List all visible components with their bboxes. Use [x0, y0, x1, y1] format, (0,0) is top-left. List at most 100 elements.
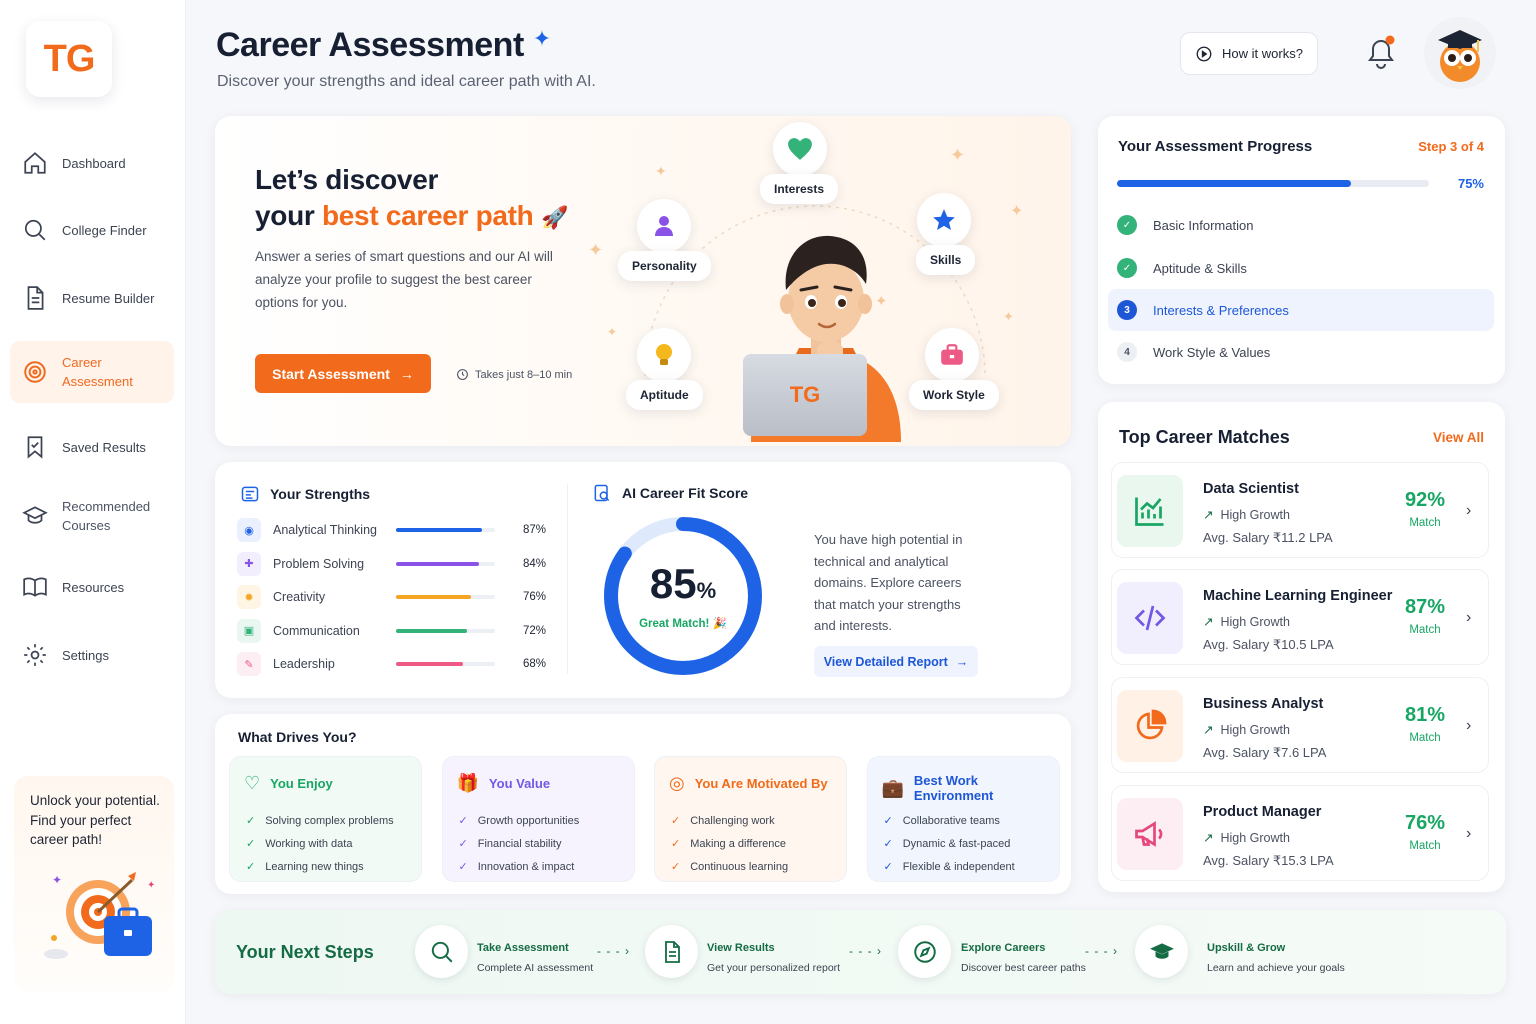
progress-title: Your Assessment Progress — [1118, 138, 1313, 155]
chat-icon: ▣ — [237, 618, 261, 643]
star-icon — [933, 209, 955, 230]
drive-item-text: Learning new things — [265, 860, 364, 873]
progress-step-aptitude-skills[interactable]: ✓ Aptitude & Skills — [1108, 247, 1494, 289]
progress-step-label: Work Style & Values — [1153, 344, 1271, 360]
progress-step-basic-information[interactable]: ✓ Basic Information — [1108, 204, 1494, 246]
divider — [567, 484, 568, 674]
career-match-ml-engineer[interactable]: Machine Learning Engineer ↗ High Growth A… — [1111, 569, 1489, 665]
career-match-business-analyst[interactable]: Business Analyst ↗ High Growth Avg. Salar… — [1111, 677, 1489, 773]
sidebar-item-resources[interactable]: Resources — [10, 574, 174, 600]
home-icon — [24, 152, 46, 174]
target-illustration-icon: ✦ ✦ — [44, 872, 155, 959]
check-icon: ✓ — [246, 815, 256, 827]
sidebar-item-dashboard[interactable]: Dashboard — [10, 150, 174, 176]
chevron-right-icon[interactable]: › — [1466, 717, 1471, 735]
match-icon-box — [1117, 690, 1183, 762]
progress-step-label: Basic Information — [1153, 217, 1254, 233]
sidebar-item-label: Career Assessment — [62, 355, 133, 389]
strength-value: 87% — [523, 524, 547, 536]
duration-text: Takes just 8–10 min — [475, 368, 573, 381]
fit-score-unit: % — [696, 578, 717, 603]
drive-card-title: 🎁 You Value — [457, 773, 551, 794]
progress-step-work-style-values[interactable]: 4 Work Style & Values — [1108, 331, 1494, 373]
briefcase-icon: 💼 — [881, 777, 904, 798]
strength-row: ✚ Problem Solving 84% — [237, 551, 547, 576]
trend-up-icon: ↗ — [1203, 723, 1214, 737]
step-number: 3 — [1117, 300, 1137, 320]
drive-list: ✓ Solving complex problems ✓ Working with d… — [246, 809, 394, 878]
drive-card-you-enjoy: ♡ You Enjoy ✓ Solving complex problems ✓ Work… — [229, 756, 422, 882]
view-detailed-report-button[interactable]: View Detailed Report → — [814, 646, 978, 677]
drive-item-text: Collaborative teams — [902, 814, 1000, 827]
brain-icon: ◉ — [237, 518, 261, 542]
how-it-works-button[interactable]: How it works? — [1180, 32, 1318, 75]
drive-item-text: Financial stability — [477, 837, 562, 850]
fit-title-text: AI Career Fit Score — [622, 485, 749, 501]
progress-bar-fill — [1117, 180, 1351, 187]
sidebar-item-label: Recommended Courses — [62, 499, 151, 533]
start-assessment-button[interactable]: Start Assessment → — [255, 354, 431, 393]
next-step-desc: Complete AI assessment — [477, 962, 594, 974]
briefcase-icon — [941, 344, 963, 365]
sidebar-item-college-finder[interactable]: College Finder — [10, 217, 174, 243]
progress-step-interests-preferences[interactable]: 3 Interests & Preferences — [1108, 289, 1494, 331]
sidebar-item-label: Resources — [62, 579, 125, 595]
sidebar-item-career-assessment[interactable]: Career Assessment — [10, 341, 174, 403]
next-step-view-results[interactable] — [645, 925, 698, 978]
lightbulb-icon — [656, 344, 672, 365]
drive-item: ✓ Flexible & independent — [884, 855, 1015, 878]
document-icon — [664, 940, 680, 963]
drive-item-text: Flexible & independent — [902, 860, 1015, 873]
sidebar-item-recommended-courses[interactable]: Recommended Courses — [10, 496, 174, 536]
drive-item-text: Continuous learning — [690, 860, 789, 873]
puzzle-icon: ✚ — [237, 551, 261, 576]
match-growth-text: High Growth — [1220, 614, 1290, 629]
next-step-upskill-grow[interactable] — [1135, 925, 1188, 978]
sidebar-item-saved-results[interactable]: Saved Results — [10, 434, 174, 460]
book-icon — [23, 577, 47, 597]
chevron-right-icon[interactable]: › — [1466, 825, 1471, 843]
next-step-explore-careers[interactable] — [898, 925, 951, 978]
trend-up-icon: ↗ — [1203, 831, 1214, 845]
match-percent: 81% — [1404, 704, 1446, 726]
graduation-cap-icon — [1149, 942, 1174, 959]
drive-item: ✓ Innovation & impact — [459, 855, 580, 878]
sidebar-item-resume-builder[interactable]: Resume Builder — [10, 285, 174, 311]
notification-button[interactable] — [1364, 34, 1398, 75]
match-growth: ↗ High Growth — [1203, 722, 1290, 738]
laptop: TG — [743, 354, 867, 436]
check-icon: ✓ — [246, 861, 256, 873]
svg-text:✦: ✦ — [147, 880, 155, 891]
gift-icon: 🎁 — [456, 773, 479, 793]
svg-text:✦: ✦ — [950, 145, 965, 165]
drive-card-title: 💼 Best Work Environment — [882, 773, 1059, 803]
dashed-arrow: - - - › — [1085, 944, 1118, 958]
next-step-label: Explore Careers — [961, 942, 1046, 954]
check-icon: ✓ — [671, 838, 681, 850]
drive-item: ✓ Financial stability — [459, 832, 580, 855]
code-icon — [1134, 605, 1166, 631]
next-step-take-assessment[interactable] — [415, 925, 468, 978]
chevron-right-icon[interactable]: › — [1466, 502, 1471, 520]
play-circle-icon — [1196, 46, 1212, 61]
drive-item: ✓ Continuous learning — [671, 855, 788, 878]
megaphone-icon — [1135, 821, 1163, 847]
list-icon — [241, 486, 259, 502]
avatar[interactable] — [1424, 17, 1496, 89]
next-step-label: Take Assessment — [477, 942, 569, 954]
promo-card: Unlock your potential. Find your perfect… — [14, 776, 174, 992]
sidebar-item-settings[interactable]: Settings — [10, 642, 174, 668]
view-all-link[interactable]: View All — [1433, 430, 1484, 445]
career-match-data-scientist[interactable]: Data Scientist ↗ High Growth Avg. Salary … — [1111, 462, 1489, 558]
hero-title: Let’s discover your best career path 🚀 — [255, 162, 568, 236]
next-step-label: View Results — [707, 942, 775, 954]
lightbulb-icon: ✹ — [237, 585, 261, 609]
match-salary: Avg. Salary ₹10.5 LPA — [1203, 637, 1334, 652]
sidebar-item-label: Settings — [62, 647, 109, 663]
career-match-product-manager[interactable]: Product Manager ↗ High Growth Avg. Salary… — [1111, 785, 1489, 881]
sparkle-icon: ✦ — [532, 26, 551, 51]
chevron-right-icon[interactable]: › — [1466, 609, 1471, 627]
logo[interactable]: TG — [26, 21, 112, 97]
next-step-desc: Discover best career paths — [961, 962, 1086, 974]
document-icon — [27, 286, 44, 310]
